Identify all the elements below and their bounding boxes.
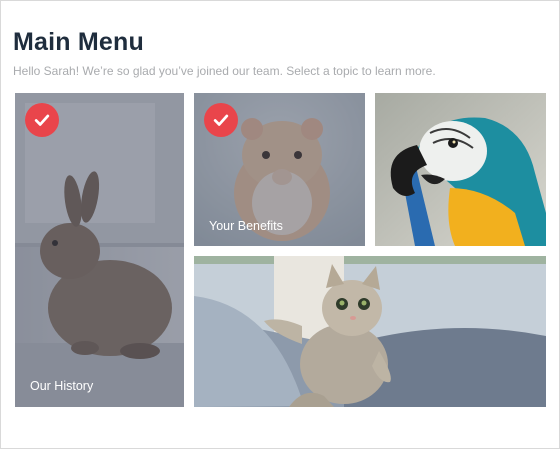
tile-kitten[interactable] [194, 256, 546, 407]
tile-overlay [15, 93, 184, 407]
page-title: Main Menu [13, 28, 144, 56]
tile-label: Our History [30, 379, 94, 393]
checkmark-icon [204, 103, 238, 137]
tile-label: Your Benefits [209, 219, 283, 233]
parrot-photo [375, 93, 546, 246]
tile-your-benefits[interactable]: Your Benefits [194, 93, 365, 246]
main-menu-window: Main Menu Hello Sarah! We’re so glad you… [0, 0, 560, 449]
kitten-photo [194, 256, 546, 407]
checkmark-icon [25, 103, 59, 137]
page-subtitle: Hello Sarah! We’re so glad you’ve joined… [13, 64, 436, 78]
tile-our-history[interactable]: Our History [15, 93, 184, 407]
tile-parrot[interactable] [375, 93, 546, 246]
